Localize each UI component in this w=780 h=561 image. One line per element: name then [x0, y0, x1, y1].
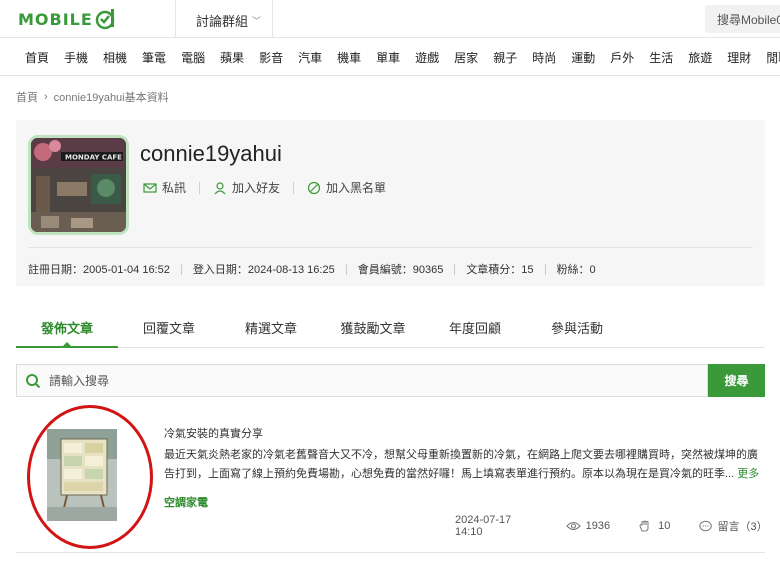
tab-3[interactable]: 獲鼓勵文章: [322, 307, 424, 347]
ban-icon: [307, 181, 321, 194]
blacklist-button[interactable]: 加入黑名單: [307, 179, 386, 196]
article-score: 文章積分：15: [466, 264, 534, 276]
topbar-divider: [175, 0, 176, 38]
profile-card: MONDAY CAFE connie19yahui 私訊 加入好友 加入黑名單: [16, 120, 765, 286]
article-item: 冷氣安裝的真實分享 最近天氣炎熱老家的冷氣老舊聲音大又不冷，想幫父母重新換置新的…: [16, 405, 768, 553]
nav-item[interactable]: 運動: [571, 49, 595, 66]
stat-divider: [454, 263, 456, 275]
category-nav: 首頁手機相機筆電電腦蘋果影音汽車機車單車遊戲居家親子時尚運動戶外生活旅遊理財閒聊: [0, 39, 780, 76]
chevron-right-icon: ›: [44, 91, 48, 103]
profile-divider: [28, 247, 753, 248]
stat-divider: [180, 263, 182, 275]
nav-item[interactable]: 機車: [337, 49, 361, 66]
nav-item[interactable]: 居家: [454, 49, 478, 66]
eye-icon: [565, 521, 581, 531]
breadcrumb-home[interactable]: 首頁: [16, 89, 38, 105]
nav-item[interactable]: 筆電: [142, 49, 166, 66]
stat-divider: [345, 263, 347, 275]
register-date: 註冊日期：2005-01-04 16:52: [28, 264, 170, 276]
avatar[interactable]: MONDAY CAFE: [28, 135, 129, 235]
login-date: 登入日期：2024-08-13 16:25: [192, 264, 335, 276]
tab-1[interactable]: 回覆文章: [118, 307, 220, 347]
nav-item[interactable]: 遊戲: [415, 49, 439, 66]
top-search-input[interactable]: 搜尋Mobile01: [705, 5, 780, 33]
nav-item[interactable]: 戶外: [610, 49, 634, 66]
nav-item[interactable]: 閒聊: [766, 49, 780, 66]
logo-text: MOBILE: [18, 9, 93, 29]
article-excerpt-text: 最近天氣炎熱老家的冷氣老舊聲音大又不冷，想幫父母重新換置新的冷氣，在網路上爬文要…: [164, 449, 758, 480]
fans-count: 粉絲：0: [556, 264, 596, 276]
profile-actions: 私訊 加入好友 加入黑名單: [143, 179, 386, 196]
topbar-divider: [272, 0, 273, 38]
breadcrumb-current: connie19yahui基本資料: [53, 92, 169, 104]
clap-icon: [639, 520, 649, 532]
view-count-text: 1936: [585, 520, 611, 532]
nav-item[interactable]: 手機: [64, 49, 88, 66]
more-link[interactable]: 更多: [737, 468, 759, 480]
article-thumbnail[interactable]: [47, 429, 117, 521]
message-label: 私訊: [162, 181, 187, 195]
nav-item[interactable]: 旅遊: [688, 49, 712, 66]
nav-item[interactable]: 蘋果: [220, 49, 244, 66]
breadcrumb: 首頁 › connie19yahui基本資料: [16, 89, 169, 105]
tab-5[interactable]: 參與活動: [526, 307, 628, 347]
forum-group-label: 討論群組: [196, 14, 249, 29]
add-friend-button[interactable]: 加入好友: [213, 179, 280, 196]
comment-count[interactable]: 留言（3）: [698, 518, 768, 534]
like-count[interactable]: 10: [638, 520, 670, 532]
like-count-text: 10: [658, 520, 671, 532]
comment-count-text: 留言（3）: [717, 521, 768, 533]
message-button[interactable]: 私訊: [143, 179, 186, 196]
article-date-text: 2024-07-17 14:10: [455, 514, 512, 538]
action-divider: [293, 181, 295, 194]
view-count: 1936: [565, 520, 611, 532]
article-excerpt: 最近天氣炎熱老家的冷氣老舊聲音大又不冷，想幫父母重新換置新的冷氣，在網路上爬文要…: [164, 446, 762, 484]
mail-icon: [143, 182, 157, 193]
action-divider: [199, 181, 201, 194]
profile-tabs: 發佈文章 回覆文章 精選文章 獲鼓勵文章 年度回顧 參與活動: [16, 307, 765, 348]
article-category[interactable]: 空調家電: [164, 494, 208, 510]
chevron-down-icon: ﹀: [252, 16, 262, 26]
user-icon: [214, 181, 226, 194]
tab-2[interactable]: 精選文章: [220, 307, 322, 347]
nav-item[interactable]: 汽車: [298, 49, 322, 66]
top-bar: MOBILE 討論群組 ﹀ 搜尋Mobile01: [0, 0, 780, 38]
add-friend-label: 加入好友: [232, 181, 281, 195]
article-search-bar: [16, 364, 708, 397]
article-title[interactable]: 冷氣安裝的真實分享: [164, 425, 263, 441]
article-meta: 2024-07-17 14:10 1936 10 留言（3）: [455, 514, 768, 538]
tab-4[interactable]: 年度回顧: [424, 307, 526, 347]
nav-item[interactable]: 影音: [259, 49, 283, 66]
blacklist-label: 加入黑名單: [326, 181, 387, 195]
nav-item[interactable]: 電腦: [181, 49, 205, 66]
nav-item[interactable]: 相機: [103, 49, 127, 66]
nav-item[interactable]: 時尚: [532, 49, 556, 66]
stat-divider: [544, 263, 546, 275]
tab-0[interactable]: 發佈文章: [16, 307, 118, 348]
search-input[interactable]: [49, 373, 649, 388]
forum-group-dropdown[interactable]: 討論群組 ﹀: [196, 11, 261, 30]
profile-stats: 註冊日期：2005-01-04 16:52 登入日期：2024-08-13 16…: [28, 261, 596, 277]
nav-item[interactable]: 首頁: [25, 49, 49, 66]
svg-text:MONDAY CAFE: MONDAY CAFE: [65, 154, 122, 162]
search-button[interactable]: 搜尋: [708, 364, 765, 397]
nav-item[interactable]: 親子: [493, 49, 517, 66]
username: connie19yahui: [140, 141, 282, 166]
nav-item[interactable]: 單車: [376, 49, 400, 66]
search-icon: [26, 373, 41, 388]
logo-mark-icon: [95, 9, 115, 30]
site-logo[interactable]: MOBILE: [18, 7, 117, 31]
nav-item[interactable]: 理財: [727, 49, 751, 66]
nav-item[interactable]: 生活: [649, 49, 673, 66]
article-date: 2024-07-17 14:10: [455, 514, 538, 538]
member-id: 會員編號：90365: [357, 264, 444, 276]
comment-icon: [699, 520, 713, 532]
